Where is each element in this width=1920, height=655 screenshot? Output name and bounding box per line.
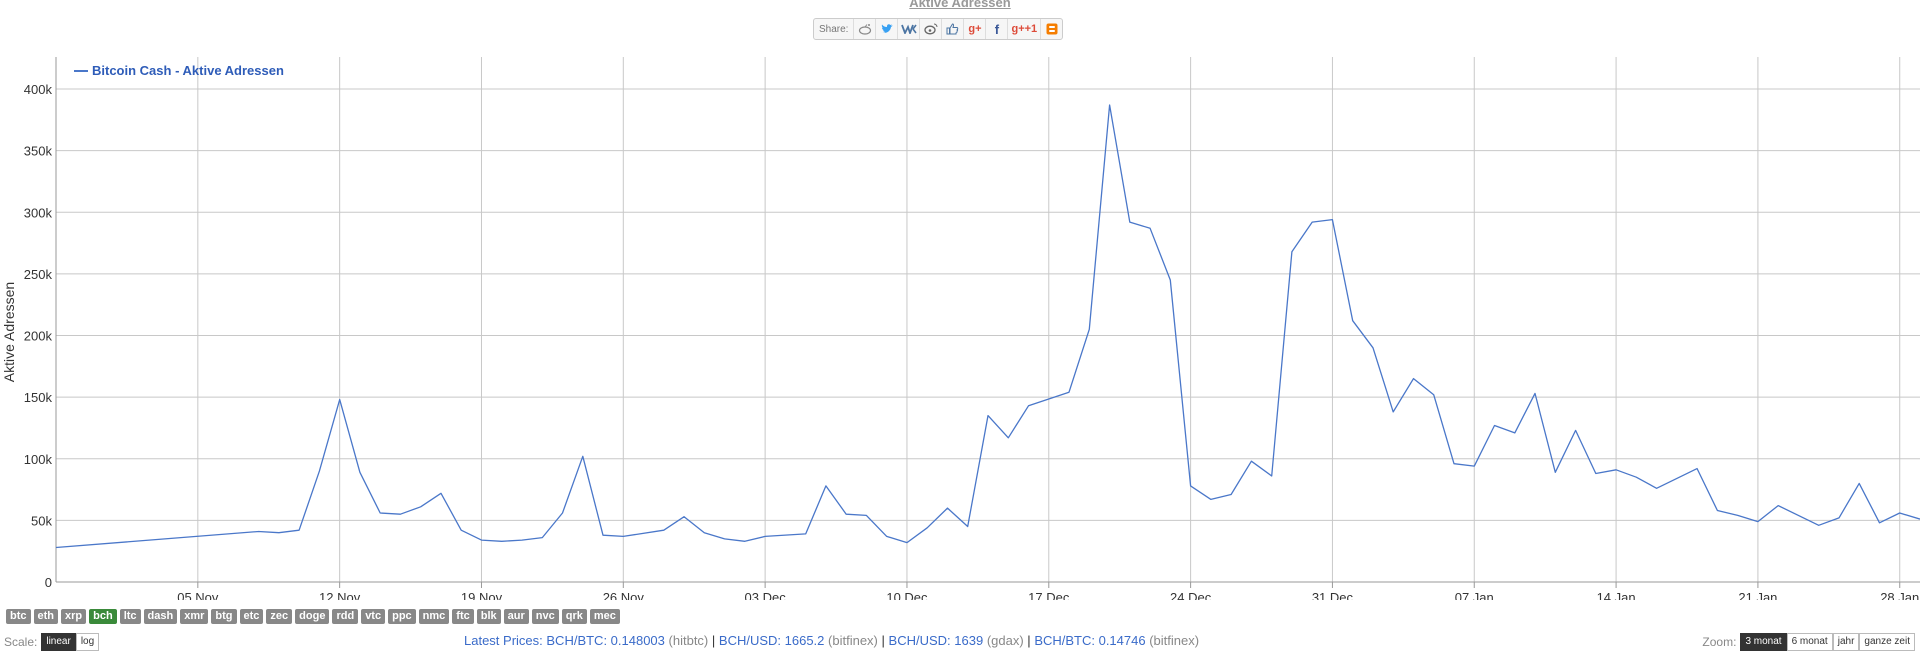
zoom-jahr-button[interactable]: jahr [1832, 633, 1860, 651]
latest-prices: Latest Prices: BCH/BTC: 0.148003 (hitbtc… [464, 633, 1199, 648]
coin-button-zec[interactable]: zec [266, 609, 293, 624]
x-tick-label: 21 Jan [1738, 590, 1777, 600]
x-tick-label: 05 Nov [177, 590, 219, 600]
legend[interactable]: Bitcoin Cash - Aktive Adressen [74, 63, 284, 78]
y-tick-label: 100k [24, 452, 53, 467]
zoom-label: Zoom: [1702, 635, 1737, 649]
price-separator: | [1027, 633, 1031, 648]
price-separator: | [711, 633, 716, 648]
x-ticks: 05 Nov 12 Nov 19 Nov 26 Nov 03 Dec 10 Dec 17 D… [177, 582, 1919, 600]
price-source: (gdax) [986, 633, 1024, 648]
x-tick-label: 03 Dec [745, 590, 787, 600]
scale-linear-button[interactable]: linear [41, 633, 76, 651]
y-tick-label: 150k [24, 390, 53, 405]
coin-button-xmr[interactable]: xmr [180, 609, 209, 624]
y-tick-label: 300k [24, 205, 53, 220]
coin-button-blk[interactable]: blk [476, 609, 501, 624]
series-line[interactable] [55, 104, 1920, 549]
coin-button-btg[interactable]: btg [211, 609, 237, 624]
y-tick-label: 250k [24, 267, 53, 282]
y-ticks: 0 50k 100k 150k 200k 250k 300k 350k 400k [24, 82, 53, 590]
x-tick-label: 07 Jan [1455, 590, 1494, 600]
coin-button-eth[interactable]: eth [33, 609, 58, 624]
x-tick-label: 26 Nov [603, 590, 645, 600]
scale-control: Scale: linear log [4, 633, 100, 651]
x-tick-label: 17 Dec [1028, 590, 1070, 600]
coin-button-qrk[interactable]: qrk [561, 609, 587, 624]
coin-button-ppc[interactable]: ppc [388, 609, 416, 624]
x-tick-label: 12 Nov [319, 590, 361, 600]
legend-item-label[interactable]: Bitcoin Cash - Aktive Adressen [92, 63, 284, 78]
x-tick-label: 24 Dec [1170, 590, 1212, 600]
price-source: (bitfinex) [828, 633, 878, 648]
y-tick-label: 350k [24, 144, 53, 159]
price-pair[interactable]: BCH/BTC: 0.148003 [546, 633, 665, 648]
price-pair[interactable]: BCH/BTC: 0.14746 [1034, 633, 1145, 648]
coin-button-bch[interactable]: bch [89, 609, 117, 624]
coin-button-mec[interactable]: mec [589, 609, 620, 624]
scale-log-button[interactable]: log [75, 633, 100, 651]
line-chart: 0 50k 100k 150k 200k 250k 300k 350k 400k 05 Nov 1… [1, 57, 1920, 600]
zoom-control: Zoom: 3 monat 6 monat jahr ganze zeit [1702, 633, 1915, 651]
series-group [55, 104, 1920, 549]
coin-button-aur[interactable]: aur [503, 609, 529, 624]
price-separator: | [881, 633, 885, 648]
scale-label: Scale: [4, 635, 38, 649]
zoom-3-monat-button[interactable]: 3 monat [1740, 633, 1787, 651]
price-source: (bitfinex) [1149, 633, 1200, 648]
coin-button-xrp[interactable]: xrp [61, 609, 87, 624]
coin-button-btc[interactable]: btc [6, 609, 31, 624]
coin-button-ftc[interactable]: ftc [452, 609, 474, 624]
coin-button-nvc[interactable]: nvc [531, 609, 559, 624]
coin-button-doge[interactable]: doge [295, 609, 330, 624]
coin-buttons: btc eth xrp bch ltc dash xmr btg etc zec doge rdd vt… [6, 609, 620, 624]
y-tick-label: 0 [45, 575, 52, 590]
coin-button-ltc[interactable]: ltc [119, 609, 141, 624]
x-tick-label: 31 Dec [1312, 590, 1354, 600]
price-source: (hitbtc) [668, 633, 709, 648]
coin-button-vtc[interactable]: vtc [361, 609, 386, 624]
x-tick-label: 28 Jan [1880, 590, 1919, 600]
x-tick-label: 14 Jan [1597, 590, 1636, 600]
x-tick-label: 10 Dec [886, 590, 928, 600]
coin-button-etc[interactable]: etc [239, 609, 264, 624]
y-tick-label: 400k [24, 82, 53, 97]
y-axis-label: Aktive Adressen [1, 282, 17, 382]
prices-label: Latest Prices: [464, 633, 543, 648]
coin-button-dash[interactable]: dash [143, 609, 178, 624]
x-tick-label: 19 Nov [461, 590, 503, 600]
coin-button-nmc[interactable]: nmc [418, 609, 450, 624]
zoom-ganze-zeit-button[interactable]: ganze zeit [1859, 633, 1915, 651]
price-pair[interactable]: BCH/USD: 1665.2 [719, 633, 825, 648]
y-tick-label: 50k [31, 513, 52, 528]
zoom-6-monat-button[interactable]: 6 monat [1786, 633, 1833, 651]
price-pair[interactable]: BCH/USD: 1639 [889, 633, 984, 648]
y-tick-label: 200k [24, 329, 53, 344]
coin-button-rdd[interactable]: rdd [332, 609, 359, 624]
grid [56, 57, 1920, 582]
